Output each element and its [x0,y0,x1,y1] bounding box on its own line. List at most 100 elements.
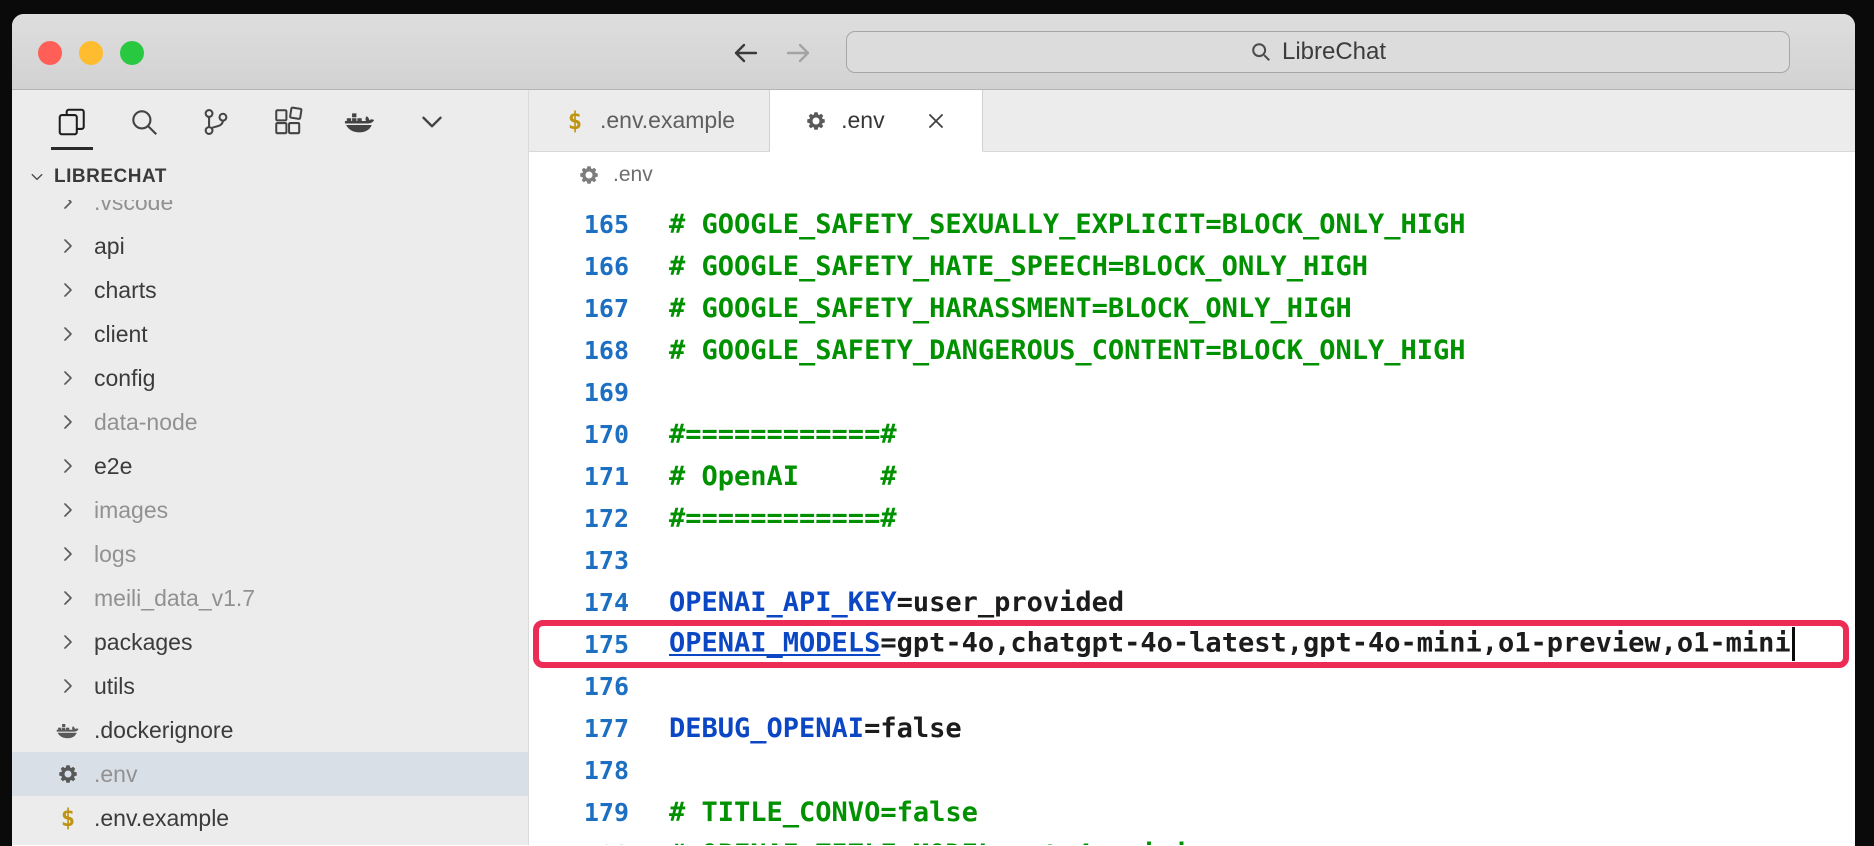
tab-env-example[interactable]: $ .env.example [529,90,770,151]
code-text: # GOOGLE_SAFETY_HARASSMENT=BLOCK_ONLY_HI… [629,293,1352,324]
forward-button[interactable] [783,38,813,68]
window-title: LibreChat [1282,38,1386,66]
chevron-icon [56,674,80,698]
code-line-178[interactable]: 178 [529,749,1855,791]
code-line-180[interactable]: 180# OPENAI_TITLE_MODEL=gpt-4o-mini [529,833,1855,845]
docker-icon[interactable] [344,106,376,138]
sidebar-item-label: api [94,233,125,260]
back-button[interactable] [731,38,761,68]
line-number: 173 [529,546,629,575]
tab-env[interactable]: .env [770,90,982,152]
history-nav [731,38,813,68]
maximize-window-button[interactable] [120,41,144,65]
command-center-search[interactable]: LibreChat [846,31,1790,73]
chevron-down-icon[interactable] [416,106,448,138]
search-icon[interactable] [128,106,160,138]
editor-pane: $ .env.example .env .env 165# GOOGLE_SAF… [529,90,1855,845]
code-line-176[interactable]: 176 [529,665,1855,707]
gear-icon [56,762,80,786]
line-number: 165 [529,210,629,239]
search-icon [1250,41,1272,63]
line-number: 169 [529,378,629,407]
code-line-170[interactable]: 170#============# [529,413,1855,455]
breadcrumb[interactable]: .env [529,152,1855,197]
code-text: OPENAI_MODELS=gpt-4o,chatgpt-4o-latest,g… [629,627,1795,661]
line-number: 170 [529,420,629,449]
project-name: LIBRECHAT [54,166,167,188]
line-number: 167 [529,294,629,323]
sidebar-item-packages[interactable]: packages [12,620,528,664]
sidebar-item-logs[interactable]: logs [12,532,528,576]
code-line-172[interactable]: 172#============# [529,497,1855,539]
activity-bar [12,90,528,154]
source-control-icon[interactable] [200,106,232,138]
code-line-175[interactable]: 175OPENAI_MODELS=gpt-4o,chatgpt-4o-lates… [529,623,1855,665]
code-area[interactable]: 165# GOOGLE_SAFETY_SEXUALLY_EXPLICIT=BLO… [529,197,1855,845]
line-number: 178 [529,756,629,785]
minimize-window-button[interactable] [79,41,103,65]
chevron-icon [56,234,80,258]
code-line-174[interactable]: 174OPENAI_API_KEY=user_provided [529,581,1855,623]
sidebar-item-dockerignore[interactable]: .dockerignore [12,708,528,752]
sidebar-item-label: charts [94,277,157,304]
sidebar-item-client[interactable]: client [12,312,528,356]
code-line-179[interactable]: 179# TITLE_CONVO=false [529,791,1855,833]
line-number: 176 [529,672,629,701]
line-number: 179 [529,798,629,827]
code-text: DEBUG_OPENAI=false [629,713,962,744]
sidebar-item-config[interactable]: config [12,356,528,400]
sidebar-item-images[interactable]: images [12,488,528,532]
explorer-header[interactable]: LIBRECHAT [12,154,528,200]
gear-icon [804,109,828,133]
vscode-window: LibreChat LIBRECHAT .vscodeapichartsclie… [12,14,1855,846]
code-text: # TITLE_CONVO=false [629,797,978,828]
line-number: 175 [529,630,629,659]
sidebar-item-label: logs [94,541,136,568]
code-line-173[interactable]: 173 [529,539,1855,581]
docker-icon [56,718,80,742]
sidebar-item-label: packages [94,629,192,656]
sidebar-item-utils[interactable]: utils [12,664,528,708]
code-text: # OpenAI # [629,461,897,492]
code-text: #============# [629,419,897,450]
sidebar-item-meili-data-v1-7[interactable]: meili_data_v1.7 [12,576,528,620]
code-line-166[interactable]: 166# GOOGLE_SAFETY_HATE_SPEECH=BLOCK_ONL… [529,245,1855,287]
chevron-icon [56,454,80,478]
chevron-icon [56,366,80,390]
code-line-171[interactable]: 171# OpenAI # [529,455,1855,497]
chevron-icon [56,630,80,654]
code-text: OPENAI_API_KEY=user_provided [629,587,1124,618]
line-number: 171 [529,462,629,491]
extensions-icon[interactable] [272,106,304,138]
code-text: #============# [629,503,897,534]
chevron-down-icon [28,168,46,186]
close-window-button[interactable] [38,41,62,65]
sidebar-item-charts[interactable]: charts [12,268,528,312]
sidebar-item-api[interactable]: api [12,224,528,268]
sidebar-item-env-example[interactable]: $.env.example [12,796,528,840]
chevron-icon [56,278,80,302]
line-number: 177 [529,714,629,743]
sidebar-item-label: .env.example [94,805,229,832]
tab-label: .env [841,107,884,134]
sidebar-item-label: e2e [94,453,132,480]
tab-bar: $ .env.example .env [529,90,1855,152]
code-line-177[interactable]: 177DEBUG_OPENAI=false [529,707,1855,749]
code-line-167[interactable]: 167# GOOGLE_SAFETY_HARASSMENT=BLOCK_ONLY… [529,287,1855,329]
code-line-168[interactable]: 168# GOOGLE_SAFETY_DANGEROUS_CONTENT=BLO… [529,329,1855,371]
sidebar-item-env[interactable]: .env [12,752,528,796]
sidebar-item-label: .dockerignore [94,717,233,744]
title-bar: LibreChat [12,14,1855,90]
code-text: # GOOGLE_SAFETY_SEXUALLY_EXPLICIT=BLOCK_… [629,209,1466,240]
code-line-169[interactable]: 169 [529,371,1855,413]
line-number: 180 [529,840,629,846]
close-icon[interactable] [924,109,948,133]
sidebar-item-label: images [94,497,168,524]
sidebar-item-data-node[interactable]: data-node [12,400,528,444]
sidebar: LIBRECHAT .vscodeapichartsclientconfigda… [12,90,529,845]
tab-label: .env.example [600,107,735,134]
sidebar-item-label: client [94,321,148,348]
files-icon[interactable] [56,106,88,138]
code-line-165[interactable]: 165# GOOGLE_SAFETY_SEXUALLY_EXPLICIT=BLO… [529,203,1855,245]
sidebar-item-e2e[interactable]: e2e [12,444,528,488]
